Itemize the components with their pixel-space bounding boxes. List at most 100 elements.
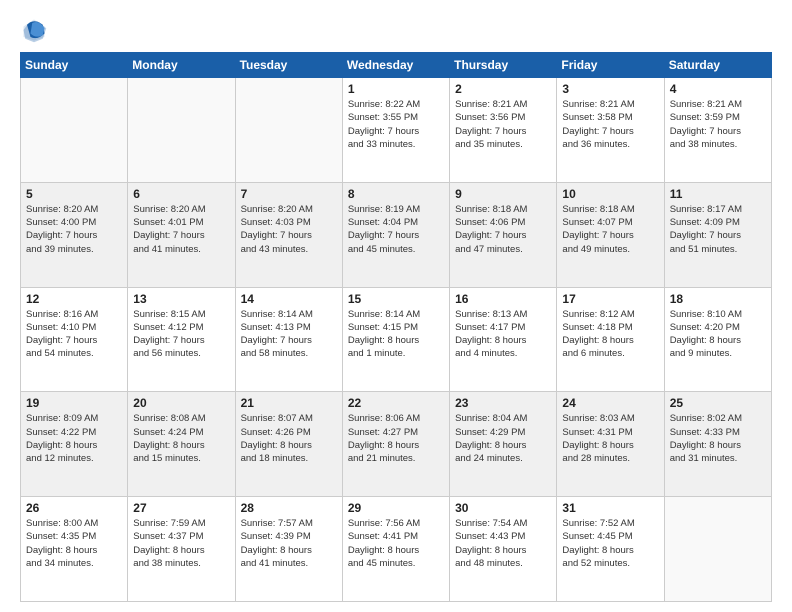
calendar-cell: 3Sunrise: 8:21 AM Sunset: 3:58 PM Daylig…: [557, 78, 664, 183]
calendar-cell: 26 Sunrise: 8:00 AM Sunset: 4:35 PM Dayli…: [21, 497, 128, 602]
calendar-cell: 19 Sunrise: 8:09 AM Sunset: 4:22 PM Dayli…: [21, 392, 128, 497]
day-info: Sunrise: 8:20 AM Sunset: 4:01 PM Dayligh…: [133, 203, 229, 256]
day-info: Sunrise: 8:18 AM Sunset: 4:06 PM Dayligh…: [455, 203, 551, 256]
calendar-week-row: 1 Sunrise: 8:22 AM Sunset: 3:55 PM Daylig…: [21, 78, 772, 183]
weekday-header-row: SundayMondayTuesdayWednesdayThursdayFrid…: [21, 53, 772, 78]
calendar-cell: 16Sunrise: 8:13 AM Sunset: 4:17 PM Dayli…: [450, 287, 557, 392]
calendar-cell: 13 Sunrise: 8:15 AM Sunset: 4:12 PM Dayli…: [128, 287, 235, 392]
day-info: Sunrise: 8:02 AM Sunset: 4:33 PM Dayligh…: [670, 412, 766, 465]
day-info: Sunrise: 8:03 AM Sunset: 4:31 PM Dayligh…: [562, 412, 658, 465]
calendar-week-row: 26 Sunrise: 8:00 AM Sunset: 4:35 PM Dayli…: [21, 497, 772, 602]
day-info: Sunrise: 8:22 AM Sunset: 3:55 PM Dayligh…: [348, 98, 444, 151]
day-number: 31: [562, 501, 658, 515]
day-info: Sunrise: 8:06 AM Sunset: 4:27 PM Dayligh…: [348, 412, 444, 465]
day-number: 19: [26, 396, 122, 410]
weekday-header-wednesday: Wednesday: [342, 53, 449, 78]
weekday-header-sunday: Sunday: [21, 53, 128, 78]
calendar-cell: 8 Sunrise: 8:19 AM Sunset: 4:04 PM Daylig…: [342, 182, 449, 287]
day-number: 10: [562, 187, 658, 201]
day-info: Sunrise: 8:14 AM Sunset: 4:13 PM Dayligh…: [241, 308, 337, 361]
calendar-cell: 9 Sunrise: 8:18 AM Sunset: 4:06 PM Daylig…: [450, 182, 557, 287]
day-info: Sunrise: 8:21 AM Sunset: 3:59 PM Dayligh…: [670, 98, 766, 151]
weekday-header-saturday: Saturday: [664, 53, 771, 78]
day-info: Sunrise: 8:10 AM Sunset: 4:20 PM Dayligh…: [670, 308, 766, 361]
day-info: Sunrise: 8:12 AM Sunset: 4:18 PM Dayligh…: [562, 308, 658, 361]
day-info: Sunrise: 7:57 AM Sunset: 4:39 PM Dayligh…: [241, 517, 337, 570]
calendar-cell: [128, 78, 235, 183]
day-number: 13: [133, 292, 229, 306]
day-number: 9: [455, 187, 551, 201]
calendar-cell: 25 Sunrise: 8:02 AM Sunset: 4:33 PM Dayli…: [664, 392, 771, 497]
day-number: 24: [562, 396, 658, 410]
logo: [20, 16, 50, 44]
calendar-week-row: 5 Sunrise: 8:20 AM Sunset: 4:00 PM Daylig…: [21, 182, 772, 287]
day-info: Sunrise: 8:04 AM Sunset: 4:29 PM Dayligh…: [455, 412, 551, 465]
calendar-cell: [664, 497, 771, 602]
day-info: Sunrise: 8:09 AM Sunset: 4:22 PM Dayligh…: [26, 412, 122, 465]
day-number: 20: [133, 396, 229, 410]
weekday-header-thursday: Thursday: [450, 53, 557, 78]
calendar-cell: 6Sunrise: 8:20 AM Sunset: 4:01 PM Daylig…: [128, 182, 235, 287]
day-info: Sunrise: 8:20 AM Sunset: 4:00 PM Dayligh…: [26, 203, 122, 256]
day-number: 2: [455, 82, 551, 96]
day-number: 7: [241, 187, 337, 201]
day-info: Sunrise: 8:15 AM Sunset: 4:12 PM Dayligh…: [133, 308, 229, 361]
day-info: Sunrise: 7:59 AM Sunset: 4:37 PM Dayligh…: [133, 517, 229, 570]
calendar-cell: 27 Sunrise: 7:59 AM Sunset: 4:37 PM Dayli…: [128, 497, 235, 602]
day-number: 30: [455, 501, 551, 515]
calendar-cell: 1 Sunrise: 8:22 AM Sunset: 3:55 PM Daylig…: [342, 78, 449, 183]
calendar-cell: 12Sunrise: 8:16 AM Sunset: 4:10 PM Dayli…: [21, 287, 128, 392]
calendar-cell: 14 Sunrise: 8:14 AM Sunset: 4:13 PM Dayli…: [235, 287, 342, 392]
calendar-cell: 10Sunrise: 8:18 AM Sunset: 4:07 PM Dayli…: [557, 182, 664, 287]
day-number: 29: [348, 501, 444, 515]
calendar-cell: 31 Sunrise: 7:52 AM Sunset: 4:45 PM Dayli…: [557, 497, 664, 602]
weekday-header-tuesday: Tuesday: [235, 53, 342, 78]
logo-icon: [20, 16, 48, 44]
day-number: 18: [670, 292, 766, 306]
day-info: Sunrise: 8:21 AM Sunset: 3:58 PM Dayligh…: [562, 98, 658, 151]
page: SundayMondayTuesdayWednesdayThursdayFrid…: [0, 0, 792, 612]
day-info: Sunrise: 8:14 AM Sunset: 4:15 PM Dayligh…: [348, 308, 444, 361]
calendar-cell: 21Sunrise: 8:07 AM Sunset: 4:26 PM Dayli…: [235, 392, 342, 497]
day-info: Sunrise: 7:52 AM Sunset: 4:45 PM Dayligh…: [562, 517, 658, 570]
calendar-cell: 30 Sunrise: 7:54 AM Sunset: 4:43 PM Dayli…: [450, 497, 557, 602]
day-number: 5: [26, 187, 122, 201]
day-number: 16: [455, 292, 551, 306]
calendar-cell: 20 Sunrise: 8:08 AM Sunset: 4:24 PM Dayli…: [128, 392, 235, 497]
weekday-header-friday: Friday: [557, 53, 664, 78]
day-info: Sunrise: 8:16 AM Sunset: 4:10 PM Dayligh…: [26, 308, 122, 361]
day-info: Sunrise: 8:00 AM Sunset: 4:35 PM Dayligh…: [26, 517, 122, 570]
calendar-week-row: 12Sunrise: 8:16 AM Sunset: 4:10 PM Dayli…: [21, 287, 772, 392]
day-number: 27: [133, 501, 229, 515]
day-info: Sunrise: 8:17 AM Sunset: 4:09 PM Dayligh…: [670, 203, 766, 256]
day-info: Sunrise: 7:54 AM Sunset: 4:43 PM Dayligh…: [455, 517, 551, 570]
day-number: 26: [26, 501, 122, 515]
day-number: 17: [562, 292, 658, 306]
calendar-cell: 29 Sunrise: 7:56 AM Sunset: 4:41 PM Dayli…: [342, 497, 449, 602]
calendar-cell: 23 Sunrise: 8:04 AM Sunset: 4:29 PM Dayli…: [450, 392, 557, 497]
day-info: Sunrise: 8:21 AM Sunset: 3:56 PM Dayligh…: [455, 98, 551, 151]
day-number: 14: [241, 292, 337, 306]
day-number: 1: [348, 82, 444, 96]
day-number: 8: [348, 187, 444, 201]
calendar-cell: 17 Sunrise: 8:12 AM Sunset: 4:18 PM Dayli…: [557, 287, 664, 392]
calendar-cell: 22Sunrise: 8:06 AM Sunset: 4:27 PM Dayli…: [342, 392, 449, 497]
weekday-header-monday: Monday: [128, 53, 235, 78]
day-info: Sunrise: 8:08 AM Sunset: 4:24 PM Dayligh…: [133, 412, 229, 465]
day-number: 23: [455, 396, 551, 410]
day-number: 25: [670, 396, 766, 410]
calendar-cell: 11 Sunrise: 8:17 AM Sunset: 4:09 PM Dayli…: [664, 182, 771, 287]
day-info: Sunrise: 8:19 AM Sunset: 4:04 PM Dayligh…: [348, 203, 444, 256]
calendar-cell: 18 Sunrise: 8:10 AM Sunset: 4:20 PM Dayli…: [664, 287, 771, 392]
calendar-cell: 7 Sunrise: 8:20 AM Sunset: 4:03 PM Daylig…: [235, 182, 342, 287]
day-info: Sunrise: 7:56 AM Sunset: 4:41 PM Dayligh…: [348, 517, 444, 570]
calendar-cell: 2 Sunrise: 8:21 AM Sunset: 3:56 PM Daylig…: [450, 78, 557, 183]
day-number: 11: [670, 187, 766, 201]
day-info: Sunrise: 8:20 AM Sunset: 4:03 PM Dayligh…: [241, 203, 337, 256]
day-number: 21: [241, 396, 337, 410]
calendar-week-row: 19 Sunrise: 8:09 AM Sunset: 4:22 PM Dayli…: [21, 392, 772, 497]
day-number: 4: [670, 82, 766, 96]
calendar-cell: 4 Sunrise: 8:21 AM Sunset: 3:59 PM Daylig…: [664, 78, 771, 183]
calendar-cell: 15Sunrise: 8:14 AM Sunset: 4:15 PM Dayli…: [342, 287, 449, 392]
calendar-cell: [235, 78, 342, 183]
